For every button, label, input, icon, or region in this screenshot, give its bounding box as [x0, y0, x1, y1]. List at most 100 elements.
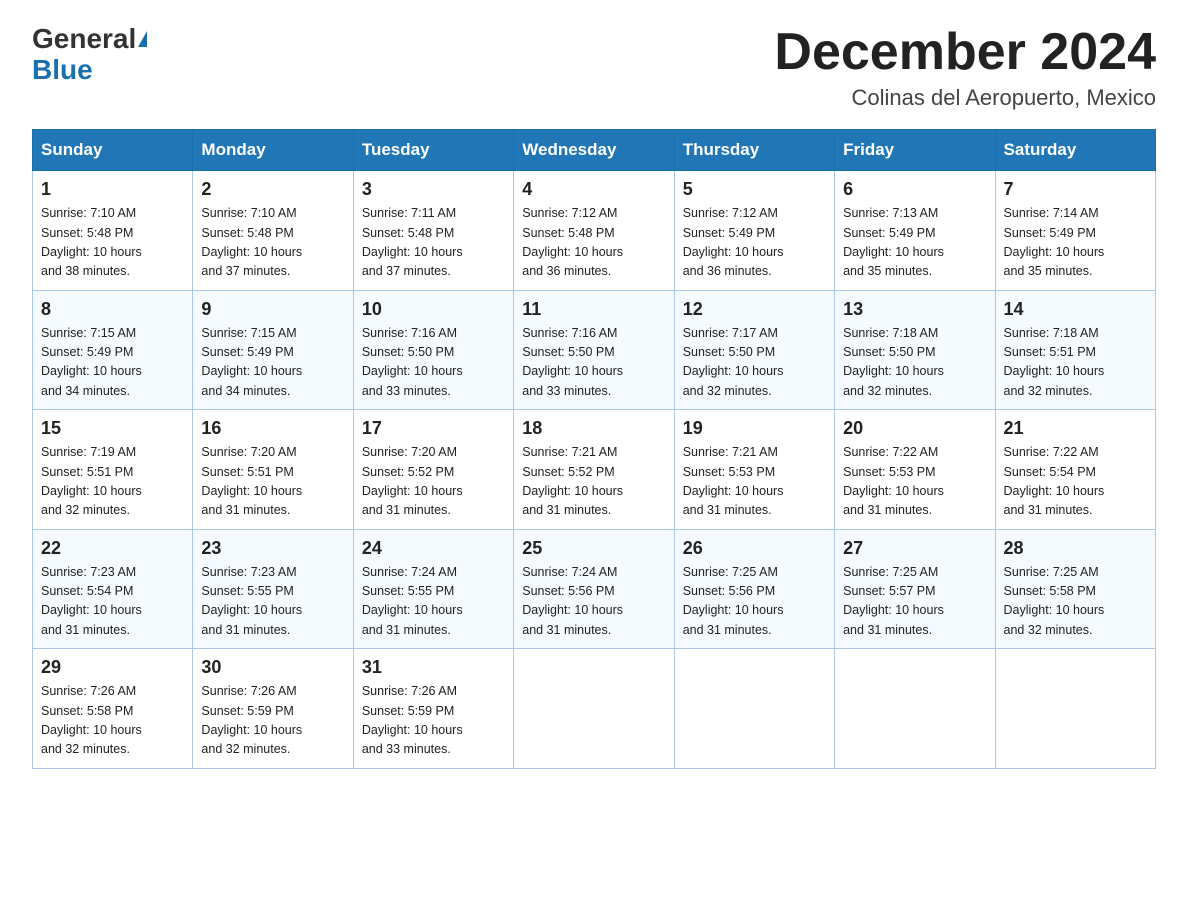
day-number: 23	[201, 538, 344, 559]
day-number: 9	[201, 299, 344, 320]
page-header: General Blue December 2024 Colinas del A…	[32, 24, 1156, 111]
calendar-cell: 1 Sunrise: 7:10 AMSunset: 5:48 PMDaylight…	[33, 171, 193, 291]
calendar-cell: 5Sunrise: 7:12 AMSunset: 5:49 PMDaylight…	[674, 171, 834, 291]
day-info: Sunrise: 7:18 AMSunset: 5:50 PMDaylight:…	[843, 324, 986, 402]
day-number: 2	[201, 179, 344, 200]
day-info: Sunrise: 7:24 AMSunset: 5:55 PMDaylight:…	[362, 563, 505, 641]
day-info: Sunrise: 7:10 AMSunset: 5:48 PMDaylight:…	[201, 204, 344, 282]
day-info: Sunrise: 7:15 AMSunset: 5:49 PMDaylight:…	[201, 324, 344, 402]
day-number: 19	[683, 418, 826, 439]
calendar-cell: 31Sunrise: 7:26 AMSunset: 5:59 PMDayligh…	[353, 649, 513, 769]
day-info: Sunrise: 7:12 AMSunset: 5:49 PMDaylight:…	[683, 204, 826, 282]
calendar-week-row: 29 Sunrise: 7:26 AMSunset: 5:58 PMDayligh…	[33, 649, 1156, 769]
calendar-cell: 20 Sunrise: 7:22 AMSunset: 5:53 PMDayligh…	[835, 410, 995, 530]
calendar-cell: 25Sunrise: 7:24 AMSunset: 5:56 PMDayligh…	[514, 529, 674, 649]
calendar-cell: 15 Sunrise: 7:19 AMSunset: 5:51 PMDayligh…	[33, 410, 193, 530]
day-number: 31	[362, 657, 505, 678]
day-number: 16	[201, 418, 344, 439]
day-info: Sunrise: 7:25 AMSunset: 5:56 PMDaylight:…	[683, 563, 826, 641]
day-number: 30	[201, 657, 344, 678]
calendar-cell: 30Sunrise: 7:26 AMSunset: 5:59 PMDayligh…	[193, 649, 353, 769]
calendar-week-row: 1 Sunrise: 7:10 AMSunset: 5:48 PMDaylight…	[33, 171, 1156, 291]
day-info: Sunrise: 7:12 AMSunset: 5:48 PMDaylight:…	[522, 204, 665, 282]
day-number: 25	[522, 538, 665, 559]
header-tuesday: Tuesday	[353, 130, 513, 171]
calendar-cell: 13Sunrise: 7:18 AMSunset: 5:50 PMDayligh…	[835, 290, 995, 410]
day-info: Sunrise: 7:23 AMSunset: 5:55 PMDaylight:…	[201, 563, 344, 641]
day-info: Sunrise: 7:13 AMSunset: 5:49 PMDaylight:…	[843, 204, 986, 282]
calendar-cell: 22 Sunrise: 7:23 AMSunset: 5:54 PMDayligh…	[33, 529, 193, 649]
day-info: Sunrise: 7:16 AMSunset: 5:50 PMDaylight:…	[362, 324, 505, 402]
day-info: Sunrise: 7:18 AMSunset: 5:51 PMDaylight:…	[1004, 324, 1147, 402]
day-number: 6	[843, 179, 986, 200]
calendar-cell	[995, 649, 1155, 769]
calendar-cell: 14 Sunrise: 7:18 AMSunset: 5:51 PMDayligh…	[995, 290, 1155, 410]
calendar-cell: 28Sunrise: 7:25 AMSunset: 5:58 PMDayligh…	[995, 529, 1155, 649]
calendar-title: December 2024	[774, 24, 1156, 81]
logo-general: General	[32, 24, 136, 55]
calendar-subtitle: Colinas del Aeropuerto, Mexico	[774, 85, 1156, 111]
day-number: 3	[362, 179, 505, 200]
day-number: 27	[843, 538, 986, 559]
day-info: Sunrise: 7:23 AMSunset: 5:54 PMDaylight:…	[41, 563, 184, 641]
day-info: Sunrise: 7:21 AMSunset: 5:52 PMDaylight:…	[522, 443, 665, 521]
day-number: 20	[843, 418, 986, 439]
calendar-header-row: SundayMondayTuesdayWednesdayThursdayFrid…	[33, 130, 1156, 171]
day-info: Sunrise: 7:10 AMSunset: 5:48 PMDaylight:…	[41, 204, 184, 282]
day-number: 14	[1004, 299, 1147, 320]
day-info: Sunrise: 7:26 AMSunset: 5:58 PMDaylight:…	[41, 682, 184, 760]
calendar-week-row: 15 Sunrise: 7:19 AMSunset: 5:51 PMDayligh…	[33, 410, 1156, 530]
logo-triangle-icon	[138, 31, 147, 47]
calendar-cell: 24 Sunrise: 7:24 AMSunset: 5:55 PMDayligh…	[353, 529, 513, 649]
day-info: Sunrise: 7:17 AMSunset: 5:50 PMDaylight:…	[683, 324, 826, 402]
calendar-cell: 2 Sunrise: 7:10 AMSunset: 5:48 PMDaylight…	[193, 171, 353, 291]
day-number: 1	[41, 179, 184, 200]
day-number: 17	[362, 418, 505, 439]
day-number: 11	[522, 299, 665, 320]
day-number: 4	[522, 179, 665, 200]
title-block: December 2024 Colinas del Aeropuerto, Me…	[774, 24, 1156, 111]
calendar-cell: 4 Sunrise: 7:12 AMSunset: 5:48 PMDaylight…	[514, 171, 674, 291]
day-info: Sunrise: 7:25 AMSunset: 5:57 PMDaylight:…	[843, 563, 986, 641]
day-number: 12	[683, 299, 826, 320]
day-number: 15	[41, 418, 184, 439]
day-number: 21	[1004, 418, 1147, 439]
day-number: 22	[41, 538, 184, 559]
calendar-cell: 11 Sunrise: 7:16 AMSunset: 5:50 PMDayligh…	[514, 290, 674, 410]
calendar-cell: 10 Sunrise: 7:16 AMSunset: 5:50 PMDayligh…	[353, 290, 513, 410]
calendar-cell: 9 Sunrise: 7:15 AMSunset: 5:49 PMDaylight…	[193, 290, 353, 410]
header-saturday: Saturday	[995, 130, 1155, 171]
day-info: Sunrise: 7:19 AMSunset: 5:51 PMDaylight:…	[41, 443, 184, 521]
calendar-cell: 17 Sunrise: 7:20 AMSunset: 5:52 PMDayligh…	[353, 410, 513, 530]
calendar-cell: 23 Sunrise: 7:23 AMSunset: 5:55 PMDayligh…	[193, 529, 353, 649]
calendar-cell: 26Sunrise: 7:25 AMSunset: 5:56 PMDayligh…	[674, 529, 834, 649]
day-number: 29	[41, 657, 184, 678]
calendar-table: SundayMondayTuesdayWednesdayThursdayFrid…	[32, 129, 1156, 769]
day-info: Sunrise: 7:22 AMSunset: 5:53 PMDaylight:…	[843, 443, 986, 521]
logo: General Blue	[32, 24, 147, 86]
day-info: Sunrise: 7:20 AMSunset: 5:52 PMDaylight:…	[362, 443, 505, 521]
calendar-week-row: 8Sunrise: 7:15 AMSunset: 5:49 PMDaylight…	[33, 290, 1156, 410]
calendar-cell: 19Sunrise: 7:21 AMSunset: 5:53 PMDayligh…	[674, 410, 834, 530]
day-number: 24	[362, 538, 505, 559]
day-info: Sunrise: 7:11 AMSunset: 5:48 PMDaylight:…	[362, 204, 505, 282]
day-info: Sunrise: 7:14 AMSunset: 5:49 PMDaylight:…	[1004, 204, 1147, 282]
calendar-cell: 12 Sunrise: 7:17 AMSunset: 5:50 PMDayligh…	[674, 290, 834, 410]
calendar-cell: 27 Sunrise: 7:25 AMSunset: 5:57 PMDayligh…	[835, 529, 995, 649]
calendar-cell: 6 Sunrise: 7:13 AMSunset: 5:49 PMDaylight…	[835, 171, 995, 291]
calendar-cell: 7 Sunrise: 7:14 AMSunset: 5:49 PMDaylight…	[995, 171, 1155, 291]
header-monday: Monday	[193, 130, 353, 171]
calendar-cell: 21Sunrise: 7:22 AMSunset: 5:54 PMDayligh…	[995, 410, 1155, 530]
calendar-week-row: 22 Sunrise: 7:23 AMSunset: 5:54 PMDayligh…	[33, 529, 1156, 649]
calendar-cell	[514, 649, 674, 769]
day-number: 10	[362, 299, 505, 320]
calendar-cell: 16Sunrise: 7:20 AMSunset: 5:51 PMDayligh…	[193, 410, 353, 530]
calendar-cell	[674, 649, 834, 769]
calendar-cell: 8Sunrise: 7:15 AMSunset: 5:49 PMDaylight…	[33, 290, 193, 410]
day-info: Sunrise: 7:16 AMSunset: 5:50 PMDaylight:…	[522, 324, 665, 402]
header-friday: Friday	[835, 130, 995, 171]
day-number: 7	[1004, 179, 1147, 200]
day-number: 18	[522, 418, 665, 439]
logo-blue: Blue	[32, 55, 93, 86]
day-info: Sunrise: 7:15 AMSunset: 5:49 PMDaylight:…	[41, 324, 184, 402]
